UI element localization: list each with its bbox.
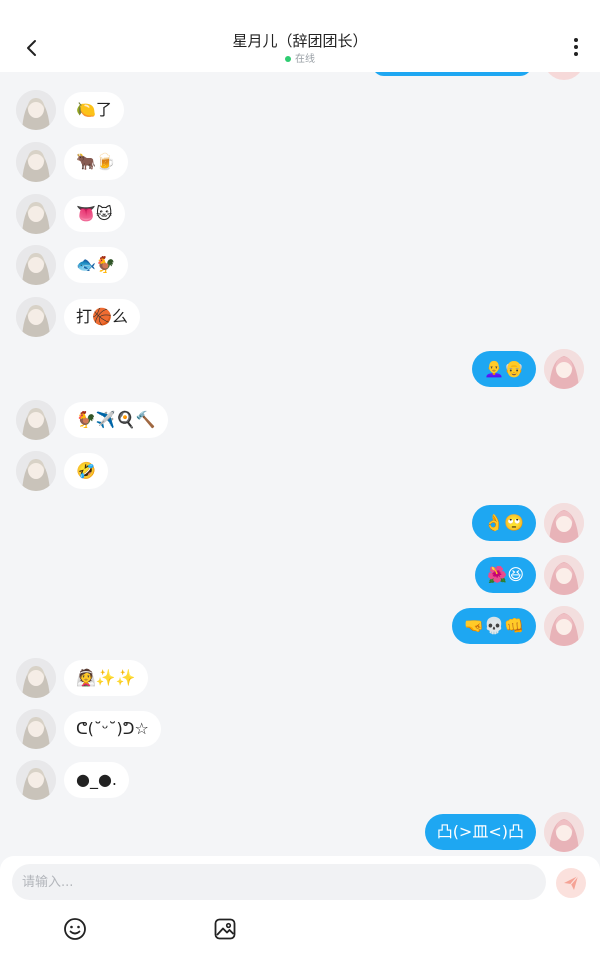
message-row: 👅🐱 xyxy=(0,192,600,236)
incoming-message-bubble[interactable]: 打🏀么 xyxy=(64,299,140,335)
avatar-image xyxy=(16,400,56,440)
outgoing-message-bubble[interactable]: 🌺😆 xyxy=(475,557,536,593)
message-row: 🐂🍺 xyxy=(0,140,600,184)
online-status-label: 在线 xyxy=(295,54,315,65)
avatar-self[interactable] xyxy=(544,606,584,646)
avatar-self[interactable] xyxy=(544,72,584,80)
incoming-message-bubble[interactable]: 🐟🐓 xyxy=(64,247,128,283)
avatar-contact[interactable] xyxy=(16,297,56,337)
avatar-image xyxy=(16,451,56,491)
avatar-image xyxy=(544,503,584,543)
incoming-message-bubble[interactable]: 🐂🍺 xyxy=(64,144,128,180)
online-dot-icon xyxy=(285,56,291,62)
avatar-self[interactable] xyxy=(544,555,584,595)
outgoing-message-bubble[interactable]: 👩‍🦲👴 xyxy=(472,351,536,387)
incoming-message-bubble[interactable]: 👰✨✨ xyxy=(64,660,148,696)
avatar-image xyxy=(16,142,56,182)
avatar-contact[interactable] xyxy=(16,658,56,698)
emoji-icon xyxy=(64,918,86,940)
emoji-button[interactable] xyxy=(62,916,88,942)
outgoing-message-bubble[interactable]: 👌🙄 xyxy=(472,505,536,541)
outgoing-message-bubble[interactable]: 凸(>皿<)凸 xyxy=(424,814,536,850)
avatar-contact[interactable] xyxy=(16,709,56,749)
message-row: 🐟🐓 xyxy=(0,243,600,287)
avatar-contact[interactable] xyxy=(16,142,56,182)
send-button[interactable] xyxy=(556,868,586,898)
avatar-image xyxy=(544,555,584,595)
avatar-image xyxy=(16,658,56,698)
avatar-contact[interactable] xyxy=(16,194,56,234)
avatar-contact[interactable] xyxy=(16,451,56,491)
outgoing-message-bubble[interactable]: 🤜💀👊 xyxy=(452,608,536,644)
avatar-self[interactable] xyxy=(544,812,584,852)
message-list[interactable]: 🍋了 🐂🍺 👅🐱 🐟🐓 打🏀么 👩‍🦲👴 🐓✈️🍳🔨 🤣 👌🙄 🌺😆 🤜💀👊 👰✨✨ ᕦ(˘ᵕ˘)ᕤ☆ ●… xyxy=(0,72,600,854)
avatar-contact[interactable] xyxy=(16,245,56,285)
chat-header: 星月儿（辞团团长） 在线 xyxy=(0,0,600,72)
avatar-self[interactable] xyxy=(544,349,584,389)
partial-outgoing-bubble xyxy=(372,72,532,76)
message-row: 🤜💀👊 xyxy=(0,604,600,648)
message-row: 👰✨✨ xyxy=(0,656,600,700)
avatar-image xyxy=(16,90,56,130)
message-row: ●_●. xyxy=(0,758,600,802)
more-vertical-icon xyxy=(574,38,578,56)
message-row: 凸(>皿<)凸 xyxy=(0,810,600,854)
message-row: 🌺😆 xyxy=(0,553,600,597)
online-status: 在线 xyxy=(0,50,600,65)
avatar-image xyxy=(16,760,56,800)
avatar-image xyxy=(16,709,56,749)
avatar-contact[interactable] xyxy=(16,760,56,800)
incoming-message-bubble[interactable]: 👅🐱 xyxy=(64,196,125,232)
avatar-image xyxy=(544,812,584,852)
message-row: 打🏀么 xyxy=(0,295,600,339)
image-button[interactable] xyxy=(212,916,238,942)
message-row: ᕦ(˘ᵕ˘)ᕤ☆ xyxy=(0,707,600,751)
incoming-message-bubble[interactable]: 🤣 xyxy=(64,453,108,489)
message-row: 🐓✈️🍳🔨 xyxy=(0,398,600,442)
more-options-button[interactable] xyxy=(566,32,586,62)
incoming-message-bubble[interactable]: 🐓✈️🍳🔨 xyxy=(64,402,168,438)
avatar-contact[interactable] xyxy=(16,90,56,130)
incoming-message-bubble[interactable]: 🍋了 xyxy=(64,92,124,128)
avatar-image xyxy=(544,606,584,646)
message-row: 👩‍🦲👴 xyxy=(0,347,600,391)
message-input[interactable] xyxy=(12,864,546,900)
image-icon xyxy=(214,918,236,940)
message-row: 🤣 xyxy=(0,449,600,493)
message-row: 🍋了 xyxy=(0,88,600,132)
composer xyxy=(0,856,600,960)
avatar-image xyxy=(16,297,56,337)
avatar-contact[interactable] xyxy=(16,400,56,440)
send-icon xyxy=(564,875,579,890)
contact-name: 星月儿（辞团团长） xyxy=(232,32,368,50)
avatar-self[interactable] xyxy=(544,503,584,543)
avatar-image xyxy=(16,245,56,285)
avatar-image xyxy=(544,349,584,389)
message-row: 👌🙄 xyxy=(0,501,600,545)
incoming-message-bubble[interactable]: ᕦ(˘ᵕ˘)ᕤ☆ xyxy=(64,711,161,747)
incoming-message-bubble[interactable]: ●_●. xyxy=(64,762,130,798)
avatar-image xyxy=(16,194,56,234)
